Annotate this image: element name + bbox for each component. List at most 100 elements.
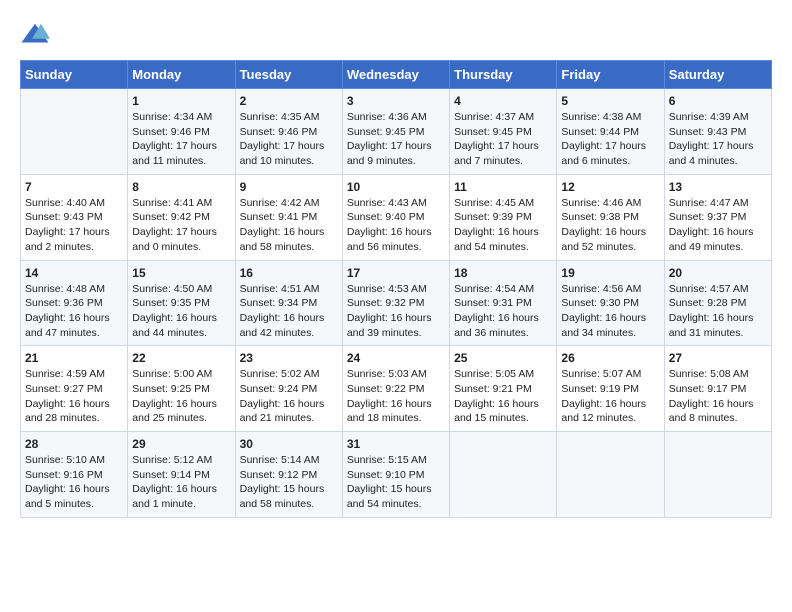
calendar-cell: 29 Sunrise: 5:12 AM Sunset: 9:14 PM Dayli… (128, 432, 235, 518)
calendar-cell: 27Sunrise: 5:08 AM Sunset: 9:17 PM Dayli… (664, 346, 771, 432)
day-info: Sunrise: 4:37 AM Sunset: 9:45 PM Dayligh… (454, 110, 552, 169)
logo (20, 20, 54, 50)
col-header-friday: Friday (557, 61, 664, 89)
calendar-cell: 20Sunrise: 4:57 AM Sunset: 9:28 PM Dayli… (664, 260, 771, 346)
calendar-row: 21 Sunrise: 4:59 AM Sunset: 9:27 PM Dayli… (21, 346, 772, 432)
day-info: Sunrise: 5:15 AM Sunset: 9:10 PM Dayligh… (347, 453, 445, 512)
calendar-row: 14 Sunrise: 4:48 AM Sunset: 9:36 PM Dayli… (21, 260, 772, 346)
calendar-row: 28 Sunrise: 5:10 AM Sunset: 9:16 PM Dayli… (21, 432, 772, 518)
day-number: 25 (454, 351, 552, 365)
day-info: Sunrise: 4:57 AM Sunset: 9:28 PM Dayligh… (669, 282, 767, 341)
day-number: 14 (25, 266, 123, 280)
day-info: Sunrise: 4:47 AM Sunset: 9:37 PM Dayligh… (669, 196, 767, 255)
calendar-cell: 9 Sunrise: 4:42 AM Sunset: 9:41 PM Daylig… (235, 174, 342, 260)
calendar-cell: 21 Sunrise: 4:59 AM Sunset: 9:27 PM Dayli… (21, 346, 128, 432)
day-info: Sunrise: 4:40 AM Sunset: 9:43 PM Dayligh… (25, 196, 123, 255)
calendar-cell: 31 Sunrise: 5:15 AM Sunset: 9:10 PM Dayli… (342, 432, 449, 518)
day-number: 1 (132, 94, 230, 108)
day-number: 2 (240, 94, 338, 108)
col-header-sunday: Sunday (21, 61, 128, 89)
day-info: Sunrise: 4:59 AM Sunset: 9:27 PM Dayligh… (25, 367, 123, 426)
page-header (20, 20, 772, 50)
calendar-cell: 15 Sunrise: 4:50 AM Sunset: 9:35 PM Dayli… (128, 260, 235, 346)
col-header-monday: Monday (128, 61, 235, 89)
day-info: Sunrise: 4:43 AM Sunset: 9:40 PM Dayligh… (347, 196, 445, 255)
calendar-cell: 12Sunrise: 4:46 AM Sunset: 9:38 PM Dayli… (557, 174, 664, 260)
day-info: Sunrise: 5:14 AM Sunset: 9:12 PM Dayligh… (240, 453, 338, 512)
day-number: 3 (347, 94, 445, 108)
calendar-cell: 13Sunrise: 4:47 AM Sunset: 9:37 PM Dayli… (664, 174, 771, 260)
day-info: Sunrise: 4:45 AM Sunset: 9:39 PM Dayligh… (454, 196, 552, 255)
day-info: Sunrise: 4:41 AM Sunset: 9:42 PM Dayligh… (132, 196, 230, 255)
day-info: Sunrise: 4:48 AM Sunset: 9:36 PM Dayligh… (25, 282, 123, 341)
day-number: 5 (561, 94, 659, 108)
calendar-cell: 7 Sunrise: 4:40 AM Sunset: 9:43 PM Daylig… (21, 174, 128, 260)
calendar-cell: 24 Sunrise: 5:03 AM Sunset: 9:22 PM Dayli… (342, 346, 449, 432)
day-number: 11 (454, 180, 552, 194)
day-info: Sunrise: 5:02 AM Sunset: 9:24 PM Dayligh… (240, 367, 338, 426)
day-info: Sunrise: 5:03 AM Sunset: 9:22 PM Dayligh… (347, 367, 445, 426)
calendar-cell: 3 Sunrise: 4:36 AM Sunset: 9:45 PM Daylig… (342, 89, 449, 175)
day-info: Sunrise: 4:34 AM Sunset: 9:46 PM Dayligh… (132, 110, 230, 169)
day-number: 23 (240, 351, 338, 365)
calendar-cell: 6Sunrise: 4:39 AM Sunset: 9:43 PM Daylig… (664, 89, 771, 175)
day-info: Sunrise: 4:51 AM Sunset: 9:34 PM Dayligh… (240, 282, 338, 341)
calendar-cell: 1 Sunrise: 4:34 AM Sunset: 9:46 PM Daylig… (128, 89, 235, 175)
day-info: Sunrise: 4:36 AM Sunset: 9:45 PM Dayligh… (347, 110, 445, 169)
col-header-wednesday: Wednesday (342, 61, 449, 89)
day-number: 15 (132, 266, 230, 280)
calendar-cell (557, 432, 664, 518)
day-number: 29 (132, 437, 230, 451)
calendar-cell (664, 432, 771, 518)
day-info: Sunrise: 5:10 AM Sunset: 9:16 PM Dayligh… (25, 453, 123, 512)
calendar-cell: 18 Sunrise: 4:54 AM Sunset: 9:31 PM Dayli… (450, 260, 557, 346)
day-number: 28 (25, 437, 123, 451)
day-info: Sunrise: 4:54 AM Sunset: 9:31 PM Dayligh… (454, 282, 552, 341)
calendar-cell (450, 432, 557, 518)
calendar-row: 7 Sunrise: 4:40 AM Sunset: 9:43 PM Daylig… (21, 174, 772, 260)
day-number: 22 (132, 351, 230, 365)
day-info: Sunrise: 5:12 AM Sunset: 9:14 PM Dayligh… (132, 453, 230, 512)
day-number: 7 (25, 180, 123, 194)
calendar-cell: 19Sunrise: 4:56 AM Sunset: 9:30 PM Dayli… (557, 260, 664, 346)
day-number: 18 (454, 266, 552, 280)
calendar-cell: 28 Sunrise: 5:10 AM Sunset: 9:16 PM Dayli… (21, 432, 128, 518)
calendar-cell: 8Sunrise: 4:41 AM Sunset: 9:42 PM Daylig… (128, 174, 235, 260)
day-number: 24 (347, 351, 445, 365)
day-number: 31 (347, 437, 445, 451)
col-header-thursday: Thursday (450, 61, 557, 89)
calendar-cell: 25 Sunrise: 5:05 AM Sunset: 9:21 PM Dayli… (450, 346, 557, 432)
day-info: Sunrise: 4:56 AM Sunset: 9:30 PM Dayligh… (561, 282, 659, 341)
calendar-cell: 14 Sunrise: 4:48 AM Sunset: 9:36 PM Dayli… (21, 260, 128, 346)
day-info: Sunrise: 4:46 AM Sunset: 9:38 PM Dayligh… (561, 196, 659, 255)
day-number: 30 (240, 437, 338, 451)
day-number: 4 (454, 94, 552, 108)
calendar-cell: 2 Sunrise: 4:35 AM Sunset: 9:46 PM Daylig… (235, 89, 342, 175)
day-info: Sunrise: 5:00 AM Sunset: 9:25 PM Dayligh… (132, 367, 230, 426)
day-number: 17 (347, 266, 445, 280)
day-number: 9 (240, 180, 338, 194)
day-info: Sunrise: 4:50 AM Sunset: 9:35 PM Dayligh… (132, 282, 230, 341)
day-info: Sunrise: 5:07 AM Sunset: 9:19 PM Dayligh… (561, 367, 659, 426)
day-number: 21 (25, 351, 123, 365)
calendar-row: 1 Sunrise: 4:34 AM Sunset: 9:46 PM Daylig… (21, 89, 772, 175)
day-info: Sunrise: 4:35 AM Sunset: 9:46 PM Dayligh… (240, 110, 338, 169)
day-info: Sunrise: 4:53 AM Sunset: 9:32 PM Dayligh… (347, 282, 445, 341)
calendar-cell: 16Sunrise: 4:51 AM Sunset: 9:34 PM Dayli… (235, 260, 342, 346)
header-row: SundayMondayTuesdayWednesdayThursdayFrid… (21, 61, 772, 89)
col-header-saturday: Saturday (664, 61, 771, 89)
calendar-cell: 26 Sunrise: 5:07 AM Sunset: 9:19 PM Dayli… (557, 346, 664, 432)
calendar-cell: 17 Sunrise: 4:53 AM Sunset: 9:32 PM Dayli… (342, 260, 449, 346)
day-number: 26 (561, 351, 659, 365)
day-info: Sunrise: 4:42 AM Sunset: 9:41 PM Dayligh… (240, 196, 338, 255)
day-info: Sunrise: 5:08 AM Sunset: 9:17 PM Dayligh… (669, 367, 767, 426)
day-info: Sunrise: 5:05 AM Sunset: 9:21 PM Dayligh… (454, 367, 552, 426)
calendar-cell: 4 Sunrise: 4:37 AM Sunset: 9:45 PM Daylig… (450, 89, 557, 175)
calendar-cell (21, 89, 128, 175)
calendar-cell: 22 Sunrise: 5:00 AM Sunset: 9:25 PM Dayli… (128, 346, 235, 432)
day-number: 10 (347, 180, 445, 194)
calendar-cell: 5 Sunrise: 4:38 AM Sunset: 9:44 PM Daylig… (557, 89, 664, 175)
calendar-cell: 23 Sunrise: 5:02 AM Sunset: 9:24 PM Dayli… (235, 346, 342, 432)
calendar-cell: 10 Sunrise: 4:43 AM Sunset: 9:40 PM Dayli… (342, 174, 449, 260)
day-info: Sunrise: 4:38 AM Sunset: 9:44 PM Dayligh… (561, 110, 659, 169)
